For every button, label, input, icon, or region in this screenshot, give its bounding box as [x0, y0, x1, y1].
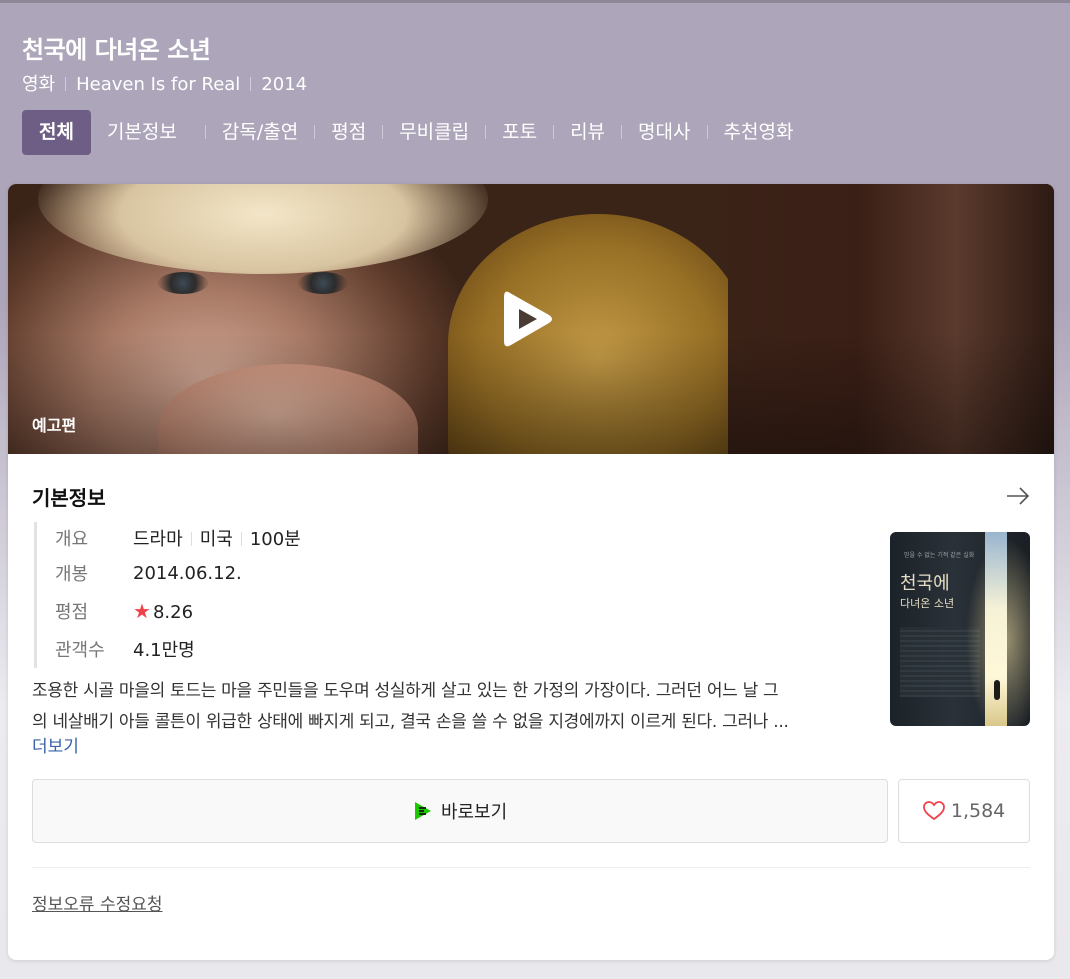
release-label: 개봉 — [55, 564, 89, 585]
tab-all[interactable]: 전체 — [22, 109, 91, 155]
release-value: 2014.06.12. — [133, 562, 242, 584]
series-on-icon — [414, 802, 431, 820]
tab-rating[interactable]: 평점 — [327, 110, 370, 155]
movie-title: 천국에 다녀온 소년 — [22, 36, 211, 64]
report-error-link[interactable]: 정보오류 수정요청 — [32, 890, 163, 915]
tab-divider — [553, 125, 555, 139]
tab-divider — [706, 125, 708, 139]
star-icon: ★ — [133, 599, 151, 623]
value-divider — [240, 532, 242, 546]
heart-icon — [922, 801, 945, 821]
content-card: 예고편 기본정보 개요 드라마 미국 100분 개봉 2014.06.12. 평… — [8, 184, 1054, 960]
movie-header: 천국에 다녀온 소년 영화 Heaven Is for Real 2014 전체 기… — [0, 3, 1070, 155]
audience-label: 관객수 — [55, 640, 105, 661]
basic-info-body: 개요 드라마 미국 100분 개봉 2014.06.12. 평점 ★8.26 — [32, 522, 1030, 759]
synopsis-line: 의 네살배기 아들 콜튼이 위급한 상태에 빠지게 되고, 결국 손을 쓸 수 … — [32, 712, 789, 732]
like-button[interactable]: 1,584 — [898, 779, 1030, 843]
summary-value: 드라마 미국 100분 — [133, 525, 301, 551]
more-link[interactable]: 더보기 — [32, 735, 872, 759]
meta-original-title: Heaven Is for Real — [76, 74, 241, 95]
page: 천국에 다녀온 소년 영화 Heaven Is for Real 2014 전체 기… — [0, 0, 1070, 979]
movie-poster[interactable]: 믿을 수 없는 기적 같은 실화 천국에 다녀온 소년 — [890, 532, 1030, 726]
poster-tagline: 믿을 수 없는 기적 같은 실화 — [904, 552, 975, 559]
info-row-rating: 평점 ★ 8.26 — [55, 592, 872, 630]
watch-button[interactable]: 바로보기 — [32, 779, 889, 843]
rating-value: 8.26 — [152, 602, 194, 623]
basic-info-left: 개요 드라마 미국 100분 개봉 2014.06.12. 평점 ★8.26 — [32, 522, 872, 759]
movie-meta: 영화 Heaven Is for Real 2014 — [22, 73, 1048, 97]
tab-quotes[interactable]: 명대사 — [634, 110, 694, 155]
basic-info-section: 기본정보 개요 드라마 미국 100분 개봉 2014.06.12. 평점 ★ … — [8, 454, 1054, 915]
like-count: 1,584 — [950, 800, 1006, 822]
meta-divider — [65, 77, 67, 91]
info-row-summary: 개요 드라마 미국 100분 — [55, 522, 872, 554]
audience-value: 4.1만명 — [133, 640, 195, 661]
section-divider — [32, 867, 1030, 868]
rating-label: 평점 — [55, 602, 89, 623]
poster-title-line: 다녀온 소년 — [900, 597, 955, 610]
tab-divider — [621, 125, 623, 139]
basic-info-header: 기본정보 — [32, 484, 1030, 510]
tab-divider — [314, 125, 316, 139]
info-row-audience: 관객수 4.1만명 — [55, 630, 872, 668]
genre: 드라마 — [133, 529, 183, 550]
country: 미국 — [199, 529, 233, 550]
basic-info-title: 기본정보 — [32, 485, 106, 510]
tab-cast[interactable]: 감독/출연 — [218, 110, 302, 155]
rating-value-wrap: ★ 8.26 — [133, 599, 193, 623]
arrow-right-icon[interactable] — [1006, 486, 1030, 506]
watch-label: 바로보기 — [440, 802, 508, 823]
meta-year: 2014 — [261, 74, 308, 95]
tab-photo[interactable]: 포토 — [498, 110, 541, 155]
meta-divider — [250, 77, 252, 91]
action-bar: 바로보기 1,584 — [32, 779, 1030, 843]
tab-review[interactable]: 리뷰 — [566, 110, 609, 155]
synopsis-line: 조용한 시골 마을의 토드는 마을 주민들을 도우며 성실하게 살고 있는 한 … — [32, 681, 779, 701]
tab-divider — [485, 125, 487, 139]
tab-divider — [382, 125, 384, 139]
tab-divider — [204, 125, 206, 139]
poster-figure — [994, 680, 1000, 700]
trailer-label: 예고편 — [32, 416, 77, 435]
poster-title: 천국에 다녀온 소년 — [900, 574, 954, 614]
tab-movie-clip[interactable]: 무비클립 — [395, 110, 473, 155]
trailer-player[interactable]: 예고편 — [8, 184, 1054, 454]
synopsis: 조용한 시골 마을의 토드는 마을 주민들을 도우며 성실하게 살고 있는 한 … — [32, 676, 872, 738]
play-icon[interactable] — [504, 289, 554, 349]
tab-recommended[interactable]: 추천영화 — [720, 110, 798, 155]
tab-bar: 전체 기본정보 감독/출연 평점 무비클립 포토 리뷰 명대사 추천영화 — [22, 109, 1048, 155]
info-list: 개요 드라마 미국 100분 개봉 2014.06.12. 평점 ★8.26 — [34, 522, 872, 668]
summary-label: 개요 — [55, 529, 89, 550]
tab-basic-info[interactable]: 기본정보 — [91, 110, 193, 155]
meta-type: 영화 — [22, 74, 56, 95]
value-divider — [190, 532, 192, 546]
info-row-release: 개봉 2014.06.12. — [55, 554, 872, 592]
runtime: 100분 — [249, 529, 301, 550]
poster-title-line: 천국에 — [900, 573, 950, 594]
